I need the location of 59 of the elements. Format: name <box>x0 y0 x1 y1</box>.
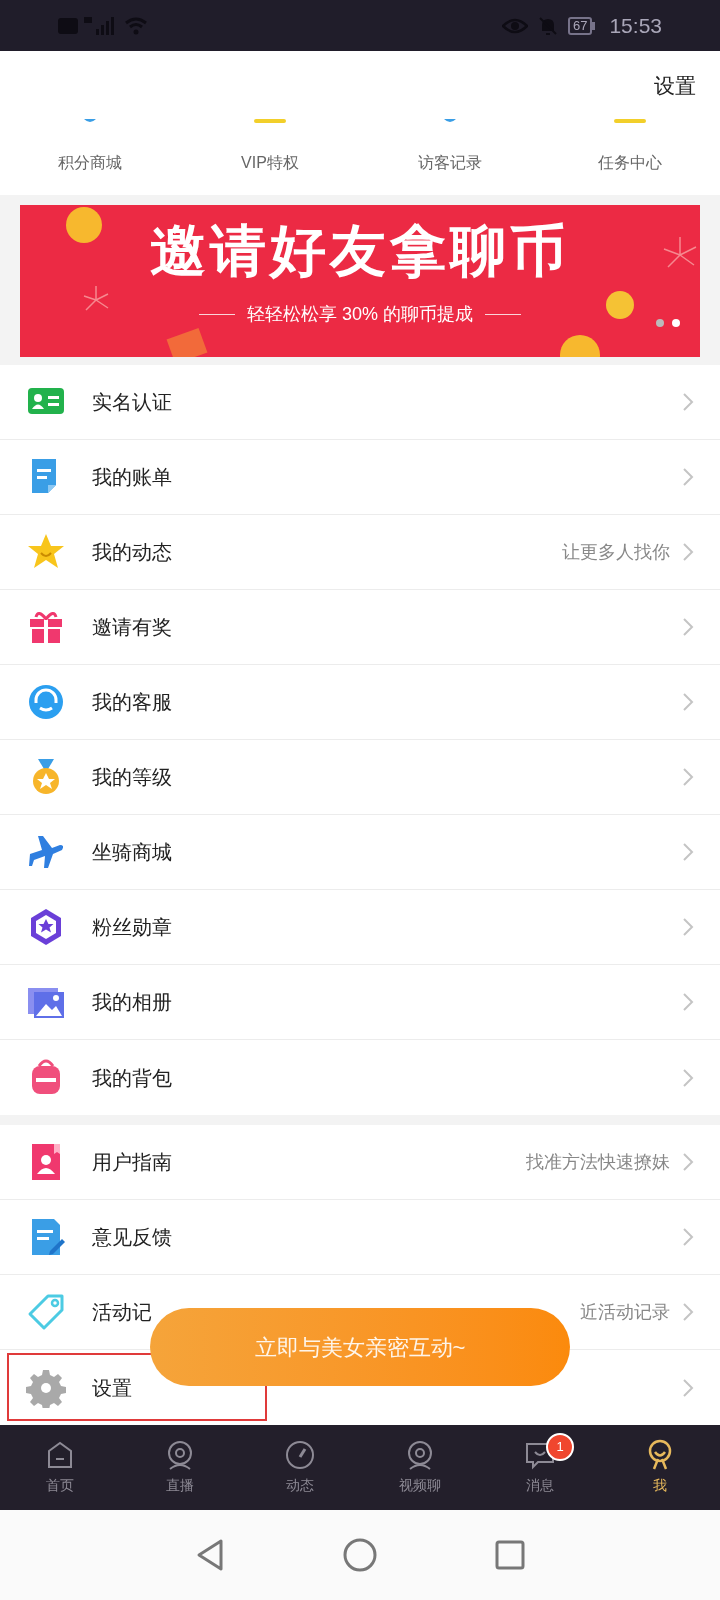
menu-label[interactable]: 我的相册 <box>92 987 172 1017</box>
chevron-right-icon <box>682 917 694 937</box>
headset-icon <box>26 682 66 722</box>
shortcut-icon <box>84 119 96 124</box>
menu-hint: 近活动记录 <box>580 1300 670 1324</box>
chevron-right-icon <box>682 1227 694 1247</box>
chevron-right-icon <box>682 467 694 487</box>
chevron-right-icon <box>682 767 694 787</box>
shortcut-icon <box>254 119 286 124</box>
menu-label[interactable]: 设置 <box>92 1372 132 1403</box>
clock: 15:53 <box>609 12 662 39</box>
chevron-right-icon <box>682 542 694 562</box>
shortcut-icon <box>614 119 646 124</box>
nav-tab[interactable]: 首页 <box>0 1425 120 1510</box>
menu-label[interactable]: 我的背包 <box>92 1062 172 1093</box>
menu-label[interactable]: 意见反馈 <box>92 1222 172 1252</box>
chevron-right-icon <box>682 392 694 412</box>
menu-label[interactable]: 实名认证 <box>92 387 172 417</box>
menu-label[interactable]: 我的等级 <box>92 762 172 792</box>
menu-label[interactable]: 坐骑商城 <box>92 837 172 867</box>
notification-badge: 1 <box>546 1433 574 1461</box>
battery-icon: 67 <box>567 16 596 35</box>
shortcut-icon <box>444 119 456 124</box>
menu-label[interactable]: 粉丝勋章 <box>92 912 172 942</box>
menu-label[interactable]: 我的客服 <box>92 687 172 717</box>
back-icon <box>195 1538 225 1572</box>
menu-label[interactable]: 我的账单 <box>92 462 172 492</box>
banner-title: 邀请好友拿聊币 <box>150 223 570 279</box>
promo-banner[interactable]: 邀请好友拿聊币 轻轻松松享 30% 的聊币提成 <box>20 205 700 357</box>
banner-subtitle: 轻轻松松享 30% 的聊币提成 <box>247 303 473 326</box>
settings-link[interactable]: 设置 <box>654 69 696 101</box>
menu-label[interactable]: 邀请有奖 <box>92 612 172 642</box>
chevron-right-icon <box>682 692 694 712</box>
shortcut-label[interactable]: 访客记录 <box>418 151 482 175</box>
tag-icon <box>26 1292 66 1332</box>
chevron-right-icon <box>682 1302 694 1322</box>
shortcut-label[interactable]: VIP特权 <box>241 151 299 175</box>
chevron-right-icon <box>682 1152 694 1172</box>
gauge-icon <box>284 1439 316 1471</box>
chevron-right-icon <box>682 992 694 1012</box>
shortcut-label[interactable]: 积分商城 <box>58 151 122 175</box>
nav-tab[interactable]: 我 <box>600 1425 720 1510</box>
chevron-right-icon <box>682 1377 694 1398</box>
gear-icon <box>26 1367 66 1408</box>
nav-tab[interactable]: 视频聊 <box>360 1425 480 1510</box>
menu-hint: 让更多人找你 <box>562 540 670 564</box>
chevron-right-icon <box>682 617 694 637</box>
menu-label[interactable]: 用户指南 <box>92 1147 172 1177</box>
recents-icon <box>495 1540 525 1570</box>
menu-label[interactable]: 活动记 <box>92 1297 152 1327</box>
nav-tab[interactable]: 直播 <box>120 1425 240 1510</box>
menu-label[interactable]: 我的动态 <box>92 537 172 567</box>
home-circle-icon <box>343 1538 377 1572</box>
nav-tab[interactable]: 动态 <box>240 1425 360 1510</box>
chevron-right-icon <box>682 842 694 862</box>
shortcut-label[interactable]: 任务中心 <box>598 151 662 175</box>
chevron-right-icon <box>682 1067 694 1088</box>
menu-hint: 找准方法快速撩妹 <box>526 1150 670 1174</box>
nav-tab[interactable]: 消息 1 <box>480 1425 600 1510</box>
